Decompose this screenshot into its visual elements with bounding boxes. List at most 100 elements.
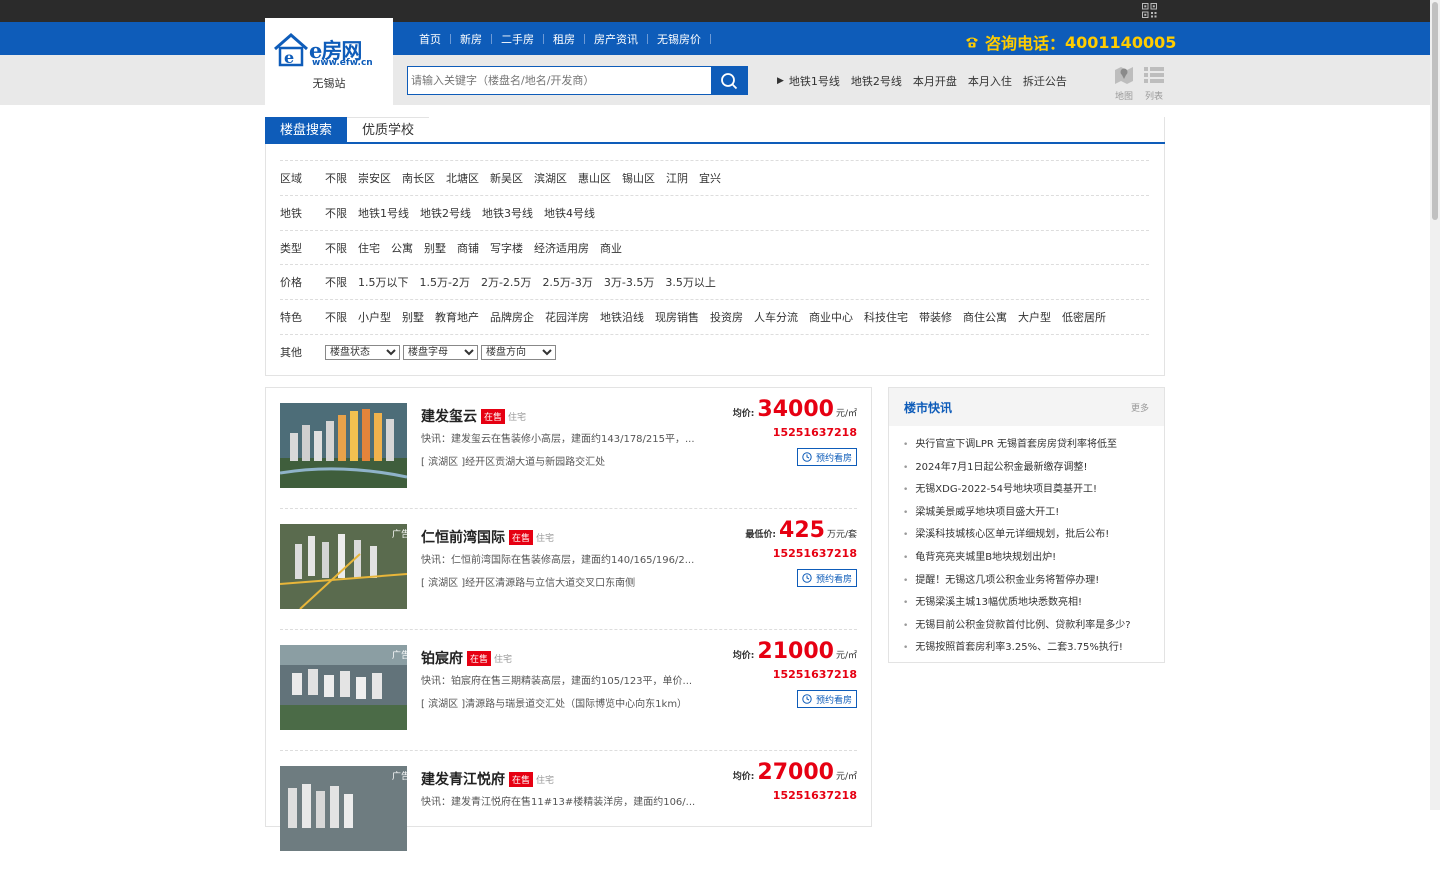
list-view-button[interactable]: 列表 — [1141, 64, 1167, 102]
letter-select[interactable]: 楼盘字母 — [403, 344, 478, 360]
filter-option[interactable]: 品牌房企 — [490, 309, 534, 325]
map-view-button[interactable]: 地图 — [1111, 64, 1137, 102]
property-image[interactable] — [280, 645, 407, 730]
filter-option[interactable]: 小户型 — [358, 309, 391, 325]
book-viewing-button[interactable]: 预约看房 — [797, 690, 857, 708]
filter-option[interactable]: 1.5万-2万 — [420, 274, 470, 290]
filter-option[interactable]: 滨湖区 — [534, 170, 567, 186]
quick-link-metro2[interactable]: 地铁2号线 — [851, 73, 902, 89]
listing-phone[interactable]: 15251637218 — [773, 789, 857, 802]
filter-option[interactable]: 别墅 — [424, 240, 446, 256]
property-image[interactable] — [280, 766, 407, 851]
filter-option[interactable]: 1.5万以下 — [358, 274, 409, 290]
nav-home[interactable]: 首页 — [410, 31, 450, 47]
filter-option[interactable]: 不限 — [325, 240, 347, 256]
filter-option[interactable]: 崇安区 — [358, 170, 391, 186]
listing-name[interactable]: 建发青江悦府 — [421, 769, 505, 789]
listing-name[interactable]: 仁恒前湾国际 — [421, 527, 505, 547]
nav-new-homes[interactable]: 新房 — [451, 31, 491, 47]
scrollbar-thumb[interactable] — [1432, 2, 1438, 220]
filter-option[interactable]: 花园洋房 — [545, 309, 589, 325]
news-item[interactable]: 无锡按照首套房利率3.25%、二套3.75%执行! — [903, 637, 1131, 660]
listing-name[interactable]: 铂宸府 — [421, 648, 463, 668]
filter-option[interactable]: 科技住宅 — [864, 309, 908, 325]
qr-code-icon[interactable] — [1142, 3, 1157, 18]
filter-option[interactable]: 经济适用房 — [534, 240, 589, 256]
quick-link-opening[interactable]: 本月开盘 — [913, 73, 957, 89]
filter-option[interactable]: 带装修 — [919, 309, 952, 325]
filter-option[interactable]: 地铁3号线 — [482, 205, 533, 221]
filter-option[interactable]: 大户型 — [1018, 309, 1051, 325]
nav-news[interactable]: 房产资讯 — [585, 31, 647, 47]
search-button[interactable] — [711, 67, 747, 94]
filter-option[interactable]: 惠山区 — [578, 170, 611, 186]
news-more-link[interactable]: 更多 — [1131, 401, 1149, 414]
news-item[interactable]: 无锡梁溪主城13幅优质地块悉数亮相! — [903, 592, 1131, 615]
quick-link-demolition[interactable]: 拆迁公告 — [1023, 73, 1067, 89]
filter-option[interactable]: 宜兴 — [699, 170, 721, 186]
filter-option[interactable]: 锡山区 — [622, 170, 655, 186]
filter-option[interactable]: 商业 — [600, 240, 622, 256]
listing-phone[interactable]: 15251637218 — [773, 668, 857, 681]
filter-option[interactable]: 不限 — [325, 170, 347, 186]
filter-option[interactable]: 3.5万以上 — [665, 274, 716, 290]
nav-rent[interactable]: 租房 — [544, 31, 584, 47]
filter-option[interactable]: 地铁1号线 — [358, 205, 409, 221]
filter-option[interactable]: 地铁2号线 — [420, 205, 471, 221]
news-item[interactable]: 2024年7月1日起公积金最新缴存调整! — [903, 457, 1131, 480]
filter-option[interactable]: 地铁4号线 — [544, 205, 595, 221]
listing-title[interactable]: 铂宸府 在售 住宅 — [421, 648, 512, 668]
tab-quality-schools[interactable]: 优质学校 — [347, 117, 430, 142]
filter-option[interactable]: 2.5万-3万 — [542, 274, 592, 290]
property-image[interactable] — [280, 403, 407, 488]
news-item[interactable]: 梁城美景威孚地块项目盛大开工! — [903, 502, 1131, 525]
listing-phone[interactable]: 15251637218 — [773, 547, 857, 560]
tab-property-search[interactable]: 楼盘搜索 — [265, 117, 348, 142]
filter-option[interactable]: 低密居所 — [1062, 309, 1106, 325]
filter-option[interactable]: 商住公寓 — [963, 309, 1007, 325]
filter-option[interactable]: 公寓 — [391, 240, 413, 256]
quick-link-metro1[interactable]: 地铁1号线 — [789, 73, 840, 89]
nav-second-hand[interactable]: 二手房 — [492, 31, 543, 47]
book-viewing-button[interactable]: 预约看房 — [797, 448, 857, 466]
listing-title[interactable]: 建发玺云 在售 住宅 — [421, 406, 526, 426]
book-viewing-button[interactable]: 预约看房 — [797, 569, 857, 587]
quick-link-move-in[interactable]: 本月入住 — [968, 73, 1012, 89]
listing-name[interactable]: 建发玺云 — [421, 406, 477, 426]
filter-option[interactable]: 住宅 — [358, 240, 380, 256]
site-logo[interactable]: e e房网 www.efw.cn 无锡站 — [265, 18, 393, 105]
filter-option[interactable]: 南长区 — [402, 170, 435, 186]
filter-option[interactable]: 不限 — [325, 205, 347, 221]
filter-option[interactable]: 江阴 — [666, 170, 688, 186]
filter-option[interactable]: 现房销售 — [655, 309, 699, 325]
filter-option[interactable]: 别墅 — [402, 309, 424, 325]
filter-option[interactable]: 商业中心 — [809, 309, 853, 325]
nav-prices[interactable]: 无锡房价 — [648, 31, 710, 47]
filter-option[interactable]: 3万-3.5万 — [604, 274, 654, 290]
filter-option[interactable]: 写字楼 — [490, 240, 523, 256]
filter-option[interactable]: 投资房 — [710, 309, 743, 325]
listing-title[interactable]: 仁恒前湾国际 在售 住宅 — [421, 527, 554, 547]
news-item[interactable]: 梁溪科技城核心区单元详细规划，批后公布! — [903, 524, 1131, 547]
filter-option[interactable]: 不限 — [325, 309, 347, 325]
news-item[interactable]: 龟背亮亮夹城里B地块规划出炉! — [903, 547, 1131, 570]
filter-option[interactable]: 北塘区 — [446, 170, 479, 186]
filter-option[interactable]: 地铁沿线 — [600, 309, 644, 325]
status-select[interactable]: 楼盘状态 — [325, 344, 400, 360]
property-image[interactable] — [280, 524, 407, 609]
filter-option[interactable]: 教育地产 — [435, 309, 479, 325]
filter-option[interactable]: 新吴区 — [490, 170, 523, 186]
listing-phone[interactable]: 15251637218 — [773, 426, 857, 439]
news-item[interactable]: 央行官宣下调LPR 无锡首套房房贷利率将低至 — [903, 434, 1131, 457]
filter-option[interactable]: 商铺 — [457, 240, 479, 256]
news-item[interactable]: 无锡XDG-2022-54号地块项目奠基开工! — [903, 479, 1131, 502]
search-input[interactable] — [408, 67, 711, 94]
filter-option[interactable]: 2万-2.5万 — [481, 274, 531, 290]
filter-option[interactable]: 人车分流 — [754, 309, 798, 325]
direction-select[interactable]: 楼盘方向 — [481, 344, 556, 360]
filter-option[interactable]: 不限 — [325, 274, 347, 290]
news-item[interactable]: 无锡目前公积金贷款首付比例、贷款利率是多少? — [903, 615, 1130, 638]
hotline-number[interactable]: 4001140005 — [1065, 33, 1176, 52]
news-item[interactable]: 提醒！无锡这几项公积金业务将暂停办理! — [903, 570, 1131, 593]
listing-title[interactable]: 建发青江悦府 在售 住宅 — [421, 769, 554, 789]
